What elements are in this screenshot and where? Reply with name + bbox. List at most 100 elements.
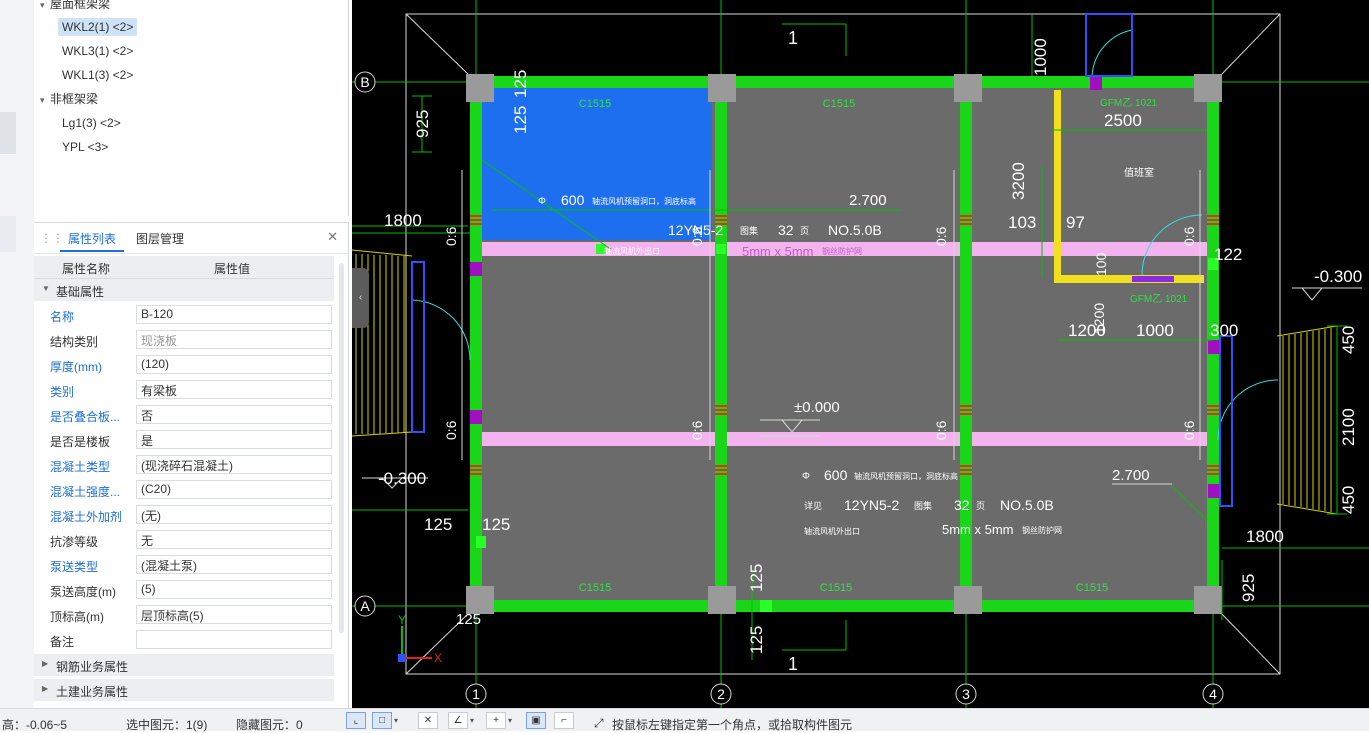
- property-row[interactable]: 泵送类型 (混凝土泵): [34, 553, 334, 577]
- ann-no: NO.5.0B: [1000, 497, 1054, 513]
- height-range: 高：-0.06~5: [2, 718, 68, 732]
- property-row[interactable]: 厚度(mm) (120): [34, 353, 334, 377]
- side-tab[interactable]: [0, 112, 16, 154]
- door-marker: [1132, 276, 1174, 282]
- display-toggle-icon[interactable]: ▣: [526, 712, 546, 729]
- ann-32: 32: [954, 497, 970, 513]
- dim-103: 103: [1008, 213, 1036, 232]
- ann-outlet: 轴流风机外出口: [804, 526, 860, 536]
- axis-label-B: B: [360, 74, 369, 90]
- dynamic-input-icon[interactable]: +: [486, 712, 506, 729]
- ann-meshnote: 钢丝防护网: [822, 246, 862, 256]
- property-value-field[interactable]: B-120: [136, 305, 332, 324]
- tree-item-wkl1[interactable]: WKL1(3) <2>: [58, 66, 137, 84]
- dim-3200-v: 3200: [1009, 162, 1028, 200]
- group-civil-properties[interactable]: ▶ 土建业务属性: [34, 679, 334, 701]
- dim-1: 1: [788, 654, 798, 674]
- property-value-field[interactable]: 层顶标高(5): [136, 605, 332, 624]
- ann-code: 12YN5-2: [844, 497, 899, 513]
- expand-arrow-icon: ▶: [42, 659, 49, 668]
- drag-handle-icon[interactable]: ⋮⋮: [40, 231, 64, 245]
- property-row[interactable]: 顶标高(m) 层顶标高(5): [34, 603, 334, 627]
- property-row[interactable]: 是否叠合板... 否: [34, 403, 334, 427]
- property-row[interactable]: 混凝土强度... (C20): [34, 478, 334, 502]
- property-row[interactable]: 结构类别 现浇板: [34, 328, 334, 352]
- property-value-field[interactable]: (C20): [136, 480, 332, 499]
- ortho-mode-icon[interactable]: ⌞: [346, 712, 366, 729]
- side-tab-2[interactable]: [0, 216, 16, 252]
- property-row[interactable]: 名称 B-120: [34, 303, 334, 327]
- property-row[interactable]: 泵送高度(m) (5): [34, 578, 334, 602]
- collapse-panel-button[interactable]: ‹: [352, 268, 369, 328]
- tree-group-label: 非框架梁: [50, 92, 99, 106]
- close-icon[interactable]: ✕: [327, 229, 338, 245]
- elevation-2700: 2.700: [849, 192, 887, 209]
- ann-hole: 轴流风机预留洞口，洞底标高: [592, 196, 696, 206]
- ucs-icon: Y X: [398, 613, 442, 665]
- property-value-field[interactable]: (无): [136, 505, 332, 524]
- polyline-icon[interactable]: ⌐: [554, 712, 574, 729]
- ann-600: 600: [824, 467, 848, 483]
- tree-group-roof-beams[interactable]: ▾ 屋面框架梁: [40, 0, 110, 14]
- tree-item-ypl[interactable]: YPL <3>: [58, 138, 112, 156]
- property-value-field[interactable]: [136, 630, 332, 649]
- property-row[interactable]: 混凝土类型 (现浇碎石混凝土): [34, 453, 334, 477]
- dim-1000-h: 1000: [1136, 321, 1174, 340]
- property-name: 泵送类型: [50, 560, 99, 574]
- slope-label: 0:6: [1181, 226, 1197, 246]
- property-value-field[interactable]: 无: [136, 530, 332, 549]
- group-rebar-properties[interactable]: ▶ 钢筋业务属性: [34, 654, 334, 676]
- dim-125: 125: [456, 611, 481, 628]
- slope-label: 0:6: [933, 420, 949, 440]
- ann-page: 页: [800, 226, 809, 236]
- property-row[interactable]: 类别 有梁板: [34, 378, 334, 402]
- snap-mode-icon[interactable]: □: [372, 712, 392, 729]
- property-value-field[interactable]: (5): [136, 580, 332, 599]
- group-basic-properties[interactable]: ▼ 基础属性: [34, 279, 334, 301]
- scrollbar[interactable]: [339, 263, 344, 633]
- chevron-down-icon[interactable]: ▾: [394, 712, 404, 729]
- property-name: 混凝土强度...: [50, 485, 121, 499]
- property-value-field[interactable]: 现浇板: [136, 330, 332, 349]
- tab-layer-management[interactable]: 图层管理: [136, 230, 184, 247]
- expand-arrow-icon: ▾: [40, 0, 45, 10]
- cross-select-icon[interactable]: ✕: [418, 712, 438, 729]
- axis-label-2: 2: [717, 686, 725, 702]
- tree-item-lg1[interactable]: Lg1(3) <2>: [58, 114, 125, 132]
- tab-property-list[interactable]: 属性列表: [68, 230, 116, 247]
- dim-450-v: 450: [1339, 326, 1358, 354]
- chevron-down-icon[interactable]: ▾: [508, 712, 518, 729]
- property-name: 备注: [50, 635, 75, 649]
- dim-125-v: 125: [511, 70, 530, 98]
- ann-32: 32: [778, 222, 794, 238]
- slope-label: 0:6: [1181, 420, 1197, 440]
- dim-925-v: 925: [413, 110, 432, 138]
- property-row[interactable]: 备注: [34, 628, 334, 652]
- property-value-field[interactable]: 否: [136, 405, 332, 424]
- group-label: 钢筋业务属性: [56, 660, 129, 674]
- property-value-field[interactable]: (120): [136, 355, 332, 374]
- cad-drawing-canvas[interactable]: B A 1 2 3 4 C1515 C1515 C1515 C1515 C151…: [352, 0, 1369, 708]
- dim-125-v: 125: [747, 564, 766, 592]
- tree-group-label: 屋面框架梁: [50, 0, 111, 11]
- properties-tabs: ⋮⋮ 属性列表 图层管理 ✕: [34, 223, 348, 254]
- slope-label: 0:6: [689, 420, 705, 440]
- beam-label: C1515: [820, 582, 852, 594]
- property-row[interactable]: 混凝土外加剂 (无): [34, 503, 334, 527]
- tree-group-nonframe-beams[interactable]: ▾ 非框架梁: [40, 90, 98, 109]
- property-value-field[interactable]: (现浇碎石混凝土): [136, 455, 332, 474]
- chevron-down-icon[interactable]: ▾: [470, 712, 480, 729]
- status-bar: 高：-0.06~5 选中图元：1(9) 隐藏图元：0 ⌞ □ ▾ ✕ ∠ ▾ +…: [0, 708, 1369, 732]
- property-value-field[interactable]: 有梁板: [136, 380, 332, 399]
- property-value-field[interactable]: 是: [136, 430, 332, 449]
- ann-mesh: 5mm x 5mm: [942, 522, 1014, 537]
- property-row[interactable]: 抗渗等级 无: [34, 528, 334, 552]
- property-row[interactable]: 是否是楼板 是: [34, 428, 334, 452]
- property-value-field[interactable]: (混凝土泵): [136, 555, 332, 574]
- tree-item-wkl3[interactable]: WKL3(1) <2>: [58, 42, 137, 60]
- tree-item-wkl2[interactable]: WKL2(1) <2>: [58, 18, 138, 36]
- collapse-arrow-icon: ▼: [42, 284, 50, 293]
- angle-snap-icon[interactable]: ∠: [448, 712, 468, 729]
- expand-arrow-icon: ▶: [42, 684, 49, 693]
- ann-outlet: 轴流风机外出口: [604, 246, 660, 256]
